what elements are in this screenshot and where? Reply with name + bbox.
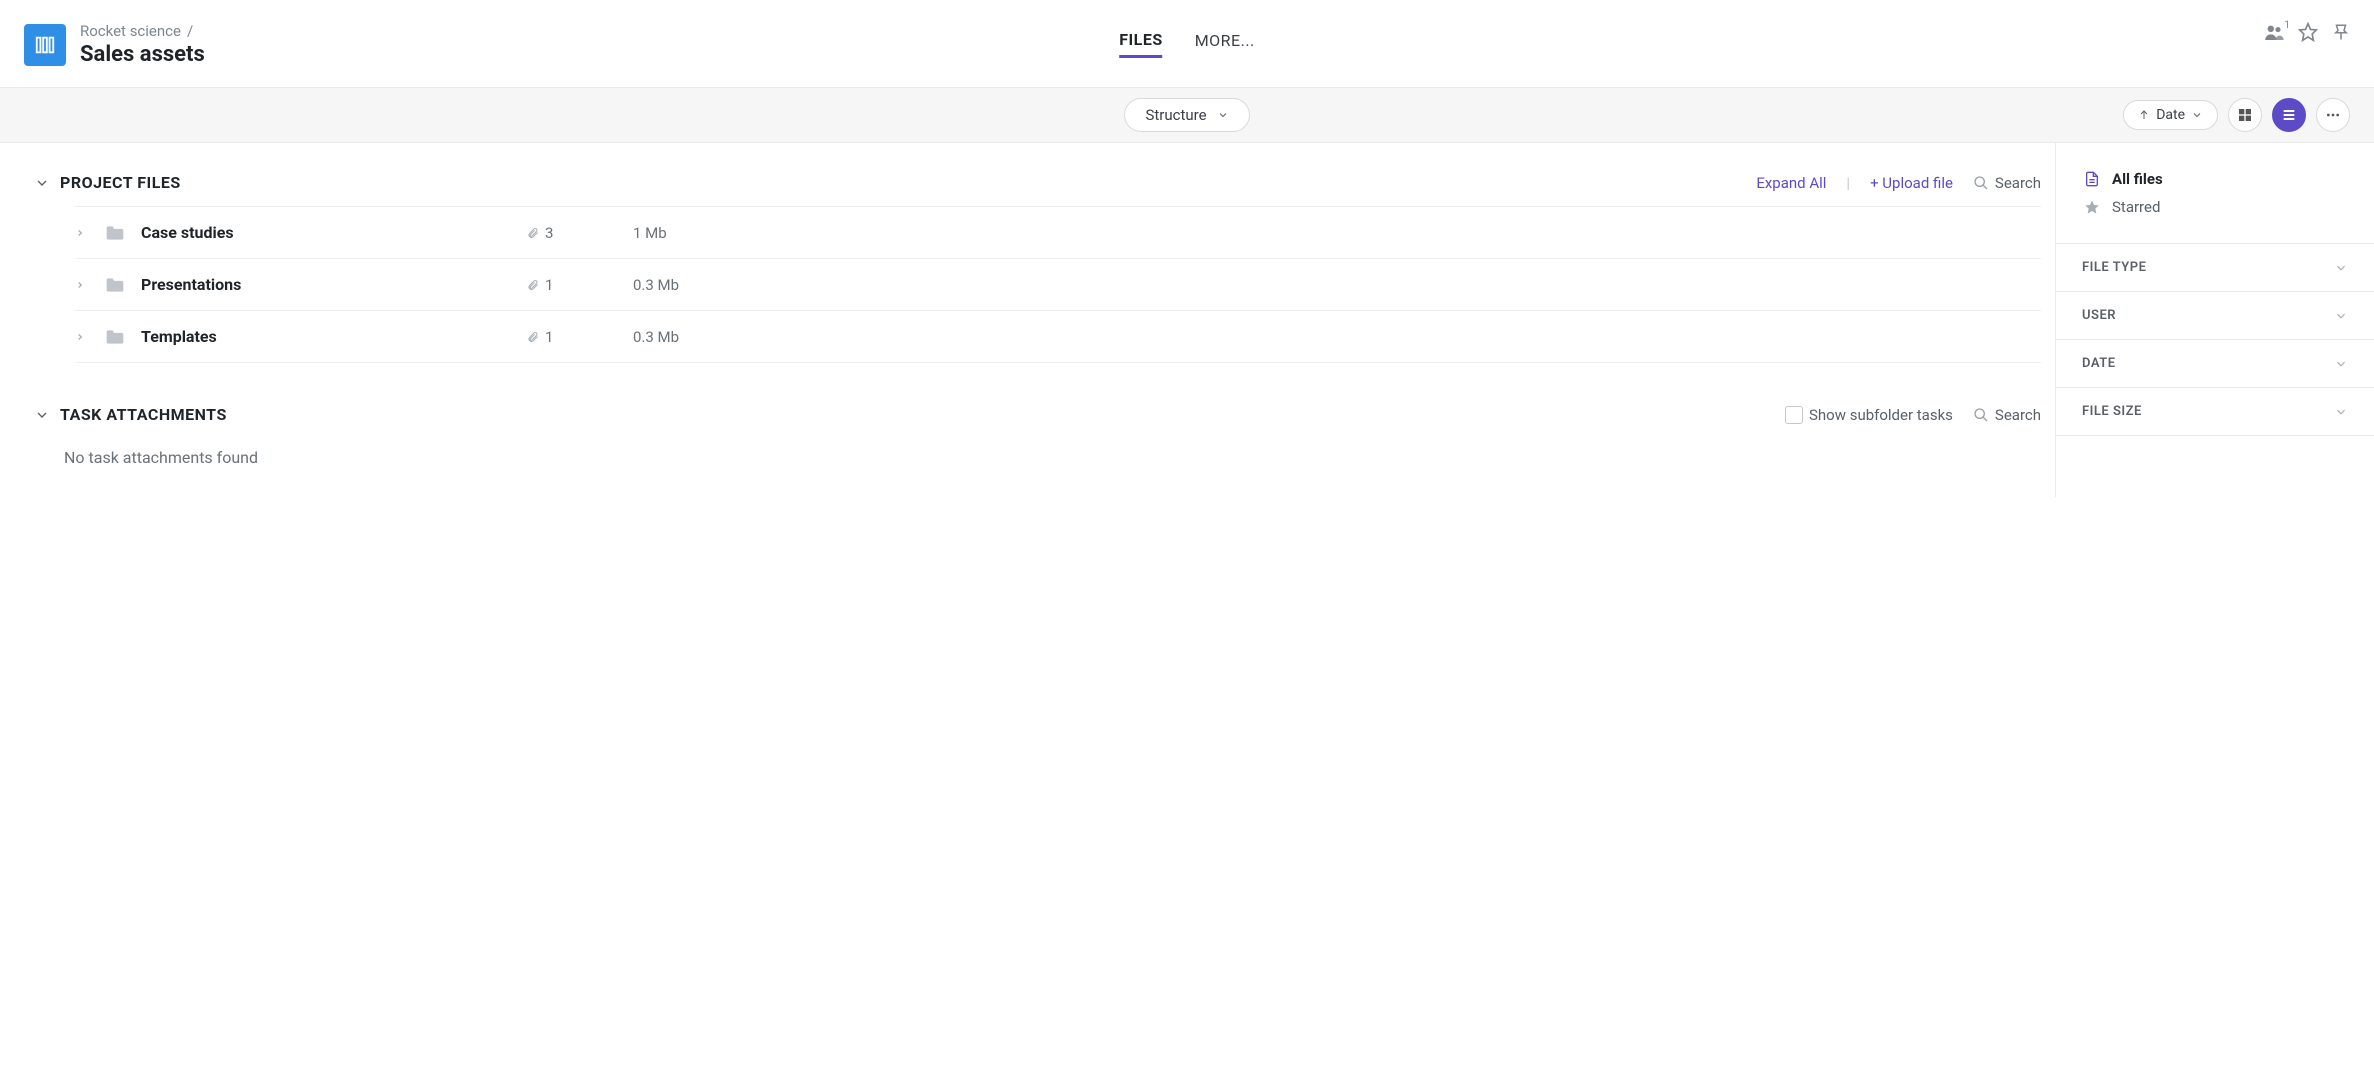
folder-size: 0.3 Mb <box>633 328 679 346</box>
folder-icon <box>105 224 125 242</box>
sidebar: All files Starred FILE TYPE USER <box>2056 143 2374 497</box>
filter-label: USER <box>2082 308 2116 323</box>
search-icon <box>1973 175 1989 191</box>
folder-name: Templates <box>141 327 511 346</box>
expand-all-link[interactable]: Expand All <box>1756 174 1826 192</box>
folder-count: 1 <box>527 276 617 294</box>
chevron-down-icon <box>2334 309 2348 323</box>
title-block: Rocket science / Sales assets <box>80 22 205 67</box>
filter-user[interactable]: USER <box>2056 292 2374 340</box>
tab-more[interactable]: MORE... <box>1195 31 1255 56</box>
folder-row[interactable]: Presentations 1 0.3 Mb <box>75 258 2041 310</box>
breadcrumb: Rocket science / <box>80 22 205 40</box>
folder-icon <box>105 328 125 346</box>
chevron-down-icon <box>2334 261 2348 275</box>
header-actions: 1 <box>2264 18 2350 42</box>
breadcrumb-parent[interactable]: Rocket science <box>80 22 181 40</box>
chevron-down-icon <box>2191 109 2203 121</box>
page-title: Sales assets <box>80 42 205 67</box>
tab-files[interactable]: FILES <box>1119 30 1162 58</box>
paperclip-icon <box>527 225 539 241</box>
filter-file-size[interactable]: FILE SIZE <box>2056 388 2374 436</box>
chevron-down-icon <box>34 407 50 423</box>
chevron-right-icon <box>75 280 85 290</box>
folder-list: Case studies 3 1 Mb Presentations 1 <box>75 206 2041 363</box>
expand-folder-button[interactable] <box>75 332 89 342</box>
folder-count: 3 <box>527 224 617 242</box>
view-grid-button[interactable] <box>2228 98 2262 132</box>
sidebar-item-label: All files <box>2112 170 2163 188</box>
filter-label: FILE TYPE <box>2082 260 2146 275</box>
folder-size: 1 Mb <box>633 224 667 242</box>
search-attachments-button[interactable]: Search <box>1973 406 2041 424</box>
share-count: 1 <box>2284 20 2290 31</box>
sidebar-item-label: Starred <box>2112 198 2160 216</box>
task-attachments-title-wrap[interactable]: TASK ATTACHMENTS <box>34 405 227 424</box>
chevron-down-icon <box>34 175 50 191</box>
project-files-header: PROJECT FILES Expand All | + Upload file… <box>34 173 2041 192</box>
folder-row[interactable]: Case studies 3 1 Mb <box>75 206 2041 258</box>
project-files-actions: Expand All | + Upload file Search <box>1756 174 2041 192</box>
structure-select[interactable]: Structure <box>1124 98 1249 132</box>
show-subfolder-label: Show subfolder tasks <box>1809 406 1953 424</box>
filter-label: FILE SIZE <box>2082 404 2142 419</box>
folder-icon <box>105 276 125 294</box>
task-attachments-section: TASK ATTACHMENTS Show subfolder tasks Se… <box>34 405 2041 467</box>
search-icon <box>1973 407 1989 423</box>
view-list-button[interactable] <box>2272 98 2306 132</box>
sort-label: Date <box>2156 107 2185 123</box>
body: PROJECT FILES Expand All | + Upload file… <box>0 143 2374 497</box>
toolbar-right: Date <box>2123 98 2350 132</box>
project-icon <box>24 24 66 66</box>
folder-row[interactable]: Templates 1 0.3 Mb <box>75 310 2041 363</box>
sidebar-item-starred[interactable]: Starred <box>2084 193 2346 221</box>
arrow-up-icon <box>2138 109 2150 121</box>
structure-label: Structure <box>1145 106 1206 124</box>
share-button[interactable]: 1 <box>2264 24 2284 40</box>
chevron-right-icon <box>75 228 85 238</box>
task-attachments-header: TASK ATTACHMENTS Show subfolder tasks Se… <box>34 405 2041 424</box>
folder-name: Presentations <box>141 275 511 294</box>
chevron-down-icon <box>1217 109 1229 121</box>
task-attachments-heading: TASK ATTACHMENTS <box>60 405 227 424</box>
more-options-button[interactable] <box>2316 98 2350 132</box>
filter-file-type[interactable]: FILE TYPE <box>2056 244 2374 292</box>
paperclip-icon <box>527 277 539 293</box>
paperclip-icon <box>527 329 539 345</box>
pin-button[interactable] <box>2332 22 2350 42</box>
header-tabs: FILES MORE... <box>1119 0 1255 87</box>
project-files-heading: PROJECT FILES <box>60 173 181 192</box>
checkbox-icon <box>1785 406 1803 424</box>
no-attachments-message: No task attachments found <box>64 448 2041 467</box>
sidebar-item-all-files[interactable]: All files <box>2084 165 2346 193</box>
header: Rocket science / Sales assets FILES MORE… <box>0 0 2374 88</box>
main-panel: PROJECT FILES Expand All | + Upload file… <box>0 143 2056 497</box>
search-label: Search <box>1995 406 2041 424</box>
star-icon <box>2084 199 2100 215</box>
project-files-title-wrap[interactable]: PROJECT FILES <box>34 173 181 192</box>
folder-name: Case studies <box>141 223 511 242</box>
header-left: Rocket science / Sales assets <box>24 18 205 67</box>
task-attachments-actions: Show subfolder tasks Search <box>1785 406 2041 424</box>
star-button[interactable] <box>2298 22 2318 42</box>
sidebar-views: All files Starred <box>2056 143 2374 244</box>
search-label: Search <box>1995 174 2041 192</box>
sort-select[interactable]: Date <box>2123 100 2218 130</box>
expand-folder-button[interactable] <box>75 228 89 238</box>
document-icon <box>2084 170 2100 188</box>
search-files-button[interactable]: Search <box>1973 174 2041 192</box>
filter-label: DATE <box>2082 356 2116 371</box>
chevron-down-icon <box>2334 357 2348 371</box>
toolbar: Structure Date <box>0 88 2374 143</box>
filter-date[interactable]: DATE <box>2056 340 2374 388</box>
upload-file-link[interactable]: + Upload file <box>1870 174 1953 192</box>
breadcrumb-separator: / <box>187 22 193 40</box>
folder-size: 0.3 Mb <box>633 276 679 294</box>
divider: | <box>1846 174 1850 192</box>
expand-folder-button[interactable] <box>75 280 89 290</box>
chevron-right-icon <box>75 332 85 342</box>
folder-count: 1 <box>527 328 617 346</box>
show-subfolder-toggle[interactable]: Show subfolder tasks <box>1785 406 1953 424</box>
chevron-down-icon <box>2334 405 2348 419</box>
